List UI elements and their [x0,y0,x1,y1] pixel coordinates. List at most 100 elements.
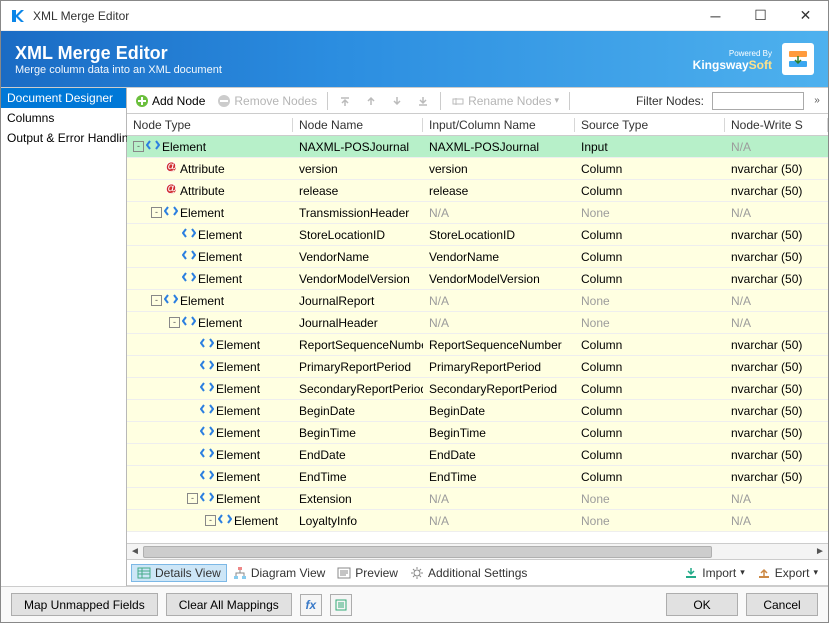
left-nav-item[interactable]: Document Designer [1,88,126,108]
column-header[interactable]: Node Type [127,118,293,132]
tree-toggle-icon[interactable]: - [169,317,180,328]
grid-row[interactable]: - ElementTransmissionHeaderN/ANoneN/A [127,202,828,224]
left-nav-item[interactable]: Output & Error Handling [1,128,126,148]
rename-nodes-button[interactable]: Rename Nodes ▾ [447,92,563,110]
move-up-button[interactable] [360,92,382,110]
element-icon [200,380,214,397]
grid-row[interactable]: @ AttributeversionversionColumnnvarchar … [127,158,828,180]
grid-cell: EndTime [423,470,575,484]
grid-cell: JournalHeader [293,316,423,330]
grid-cell: nvarchar (50) [725,426,828,440]
grid-cell: N/A [725,206,828,220]
grid-cell: N/A [423,492,575,506]
grid-row[interactable]: ElementStoreLocationIDStoreLocationIDCol… [127,224,828,246]
element-icon [182,270,196,287]
grid-cell: Column [575,184,725,198]
grid-cell: version [293,162,423,176]
grid-cell: PrimaryReportPeriod [423,360,575,374]
remove-nodes-button[interactable]: Remove Nodes [213,92,321,110]
grid-cell: VendorModelVersion [293,272,423,286]
close-button[interactable]: ✕ [783,1,828,31]
column-header[interactable]: Node-Write S [725,118,828,132]
fx-button[interactable]: fx [300,594,322,616]
expand-toolbar-icon[interactable]: » [810,95,824,106]
grid-cell: nvarchar (50) [725,228,828,242]
move-down-button[interactable] [386,92,408,110]
grid-cell: Input [575,140,725,154]
config-button[interactable] [330,594,352,616]
grid-row[interactable]: ElementVendorModelVersionVendorModelVers… [127,268,828,290]
grid-row[interactable]: ElementSecondaryReportPeriodSecondaryRep… [127,378,828,400]
attribute-icon: @ [164,182,178,199]
grid-cell: Column [575,448,725,462]
grid-cell: Column [575,272,725,286]
grid-cell: nvarchar (50) [725,184,828,198]
grid-row[interactable]: ElementBeginDateBeginDateColumnnvarchar … [127,400,828,422]
grid-cell: nvarchar (50) [725,448,828,462]
element-icon [218,512,232,529]
tree-toggle-icon[interactable]: - [187,493,198,504]
tree-toggle-icon[interactable]: - [151,295,162,306]
grid-cell: StoreLocationID [293,228,423,242]
grid-cell: nvarchar (50) [725,382,828,396]
grid-cell: TransmissionHeader [293,206,423,220]
grid-row[interactable]: - ElementJournalReportN/ANoneN/A [127,290,828,312]
grid-row[interactable]: - ElementJournalHeaderN/ANoneN/A [127,312,828,334]
details-view-tab[interactable]: Details View [131,564,227,582]
preview-tab[interactable]: Preview [331,564,404,582]
grid-row[interactable]: - ElementNAXML-POSJournalNAXML-POSJourna… [127,136,828,158]
move-bottom-button[interactable] [412,92,434,110]
move-top-button[interactable] [334,92,356,110]
grid-cell: release [423,184,575,198]
tree-toggle-icon[interactable]: - [133,141,144,152]
grid-cell: nvarchar (50) [725,162,828,176]
grid-cell: Column [575,470,725,484]
grid-row[interactable]: ElementPrimaryReportPeriodPrimaryReportP… [127,356,828,378]
grid-cell: EndDate [423,448,575,462]
grid-row[interactable]: ElementReportSequenceNumberReportSequenc… [127,334,828,356]
column-header[interactable]: Node Name [293,118,423,132]
export-button[interactable]: Export [751,564,824,582]
grid-row[interactable]: ElementEndDateEndDateColumnnvarchar (50) [127,444,828,466]
grid-row[interactable]: ElementVendorNameVendorNameColumnnvarcha… [127,246,828,268]
grid-cell: N/A [725,514,828,528]
grid-cell: Column [575,250,725,264]
grid-cell: VendorName [423,250,575,264]
cancel-button[interactable]: Cancel [746,593,818,616]
tree-toggle-icon[interactable]: - [151,207,162,218]
grid-row[interactable]: - ElementExtensionN/ANoneN/A [127,488,828,510]
grid-row[interactable]: - ElementLoyaltyInfoN/ANoneN/A [127,510,828,532]
filter-nodes-label: Filter Nodes: [636,94,708,108]
grid-row[interactable]: ElementEndTimeEndTimeColumnnvarchar (50) [127,466,828,488]
minimize-button[interactable]: ─ [693,1,738,31]
grid-body[interactable]: - ElementNAXML-POSJournalNAXML-POSJourna… [127,136,828,544]
grid-cell: Column [575,338,725,352]
grid-cell: Column [575,382,725,396]
diagram-view-tab[interactable]: Diagram View [227,564,331,582]
node-type-label: Element [216,426,260,440]
grid-cell: Column [575,228,725,242]
import-button[interactable]: Import [678,564,751,582]
ok-button[interactable]: OK [666,593,738,616]
toolbar: Add Node Remove Nodes Rename Nodes ▾ Fil… [127,88,828,114]
grid-cell: NAXML-POSJournal [423,140,575,154]
left-nav-item[interactable]: Columns [1,108,126,128]
map-unmapped-fields-button[interactable]: Map Unmapped Fields [11,593,158,616]
grid-cell: N/A [725,294,828,308]
maximize-button[interactable]: ☐ [738,1,783,31]
clear-all-mappings-button[interactable]: Clear All Mappings [166,593,292,616]
grid-header: Node TypeNode NameInput/Column NameSourc… [127,114,828,136]
filter-nodes-input[interactable] [712,92,804,110]
column-header[interactable]: Source Type [575,118,725,132]
column-header[interactable]: Input/Column Name [423,118,575,132]
horizontal-scrollbar[interactable]: ◄ ► [127,544,828,560]
node-type-label: Element [198,228,242,242]
node-type-label: Element [216,470,260,484]
grid-row[interactable]: ElementBeginTimeBeginTimeColumnnvarchar … [127,422,828,444]
tree-toggle-icon[interactable]: - [205,515,216,526]
grid-cell: Column [575,360,725,374]
banner: XML Merge Editor Merge column data into … [1,31,828,87]
additional-settings-tab[interactable]: Additional Settings [404,564,533,582]
grid-row[interactable]: @ AttributereleasereleaseColumnnvarchar … [127,180,828,202]
add-node-button[interactable]: Add Node [131,92,209,110]
